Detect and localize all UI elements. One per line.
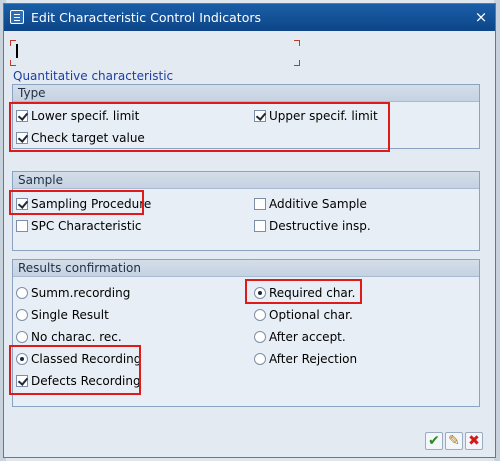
destructive-insp-box[interactable] — [254, 220, 266, 232]
after-accept-radio[interactable]: After accept. — [254, 328, 346, 346]
characteristic-type-label: Quantitative characteristic — [13, 69, 174, 83]
close-icon[interactable]: × — [473, 9, 489, 25]
destructive-insp-label: Destructive insp. — [269, 219, 371, 233]
window-title: Edit Characteristic Control Indicators — [31, 10, 262, 25]
summ-recording-circle[interactable] — [16, 287, 28, 299]
summ-recording-radio[interactable]: Summ.recording — [16, 284, 130, 302]
destructive-insp-checkbox[interactable]: Destructive insp. — [254, 217, 371, 235]
check-entries-icon: ✎ — [448, 433, 460, 449]
after-accept-label: After accept. — [269, 330, 346, 344]
ok-button[interactable]: ✔ — [425, 432, 443, 450]
sample-group-heading: Sample — [13, 172, 479, 189]
sampling-procedure-highlight — [9, 190, 144, 215]
after-accept-circle[interactable] — [254, 331, 266, 343]
spc-characteristic-checkbox[interactable]: SPC Characteristic — [16, 217, 142, 235]
after-rejection-label: After Rejection — [269, 352, 358, 366]
no-charac-rec-circle[interactable] — [16, 331, 28, 343]
single-result-circle[interactable] — [16, 309, 28, 321]
cancel-icon: ✖ — [468, 433, 480, 449]
required-char-highlight — [245, 279, 362, 304]
required-bracket-tr — [294, 40, 300, 46]
additive-sample-checkbox[interactable]: Additive Sample — [254, 195, 367, 213]
after-rejection-radio[interactable]: After Rejection — [254, 350, 357, 368]
summ-recording-label: Summ.recording — [31, 286, 131, 300]
edit-indicators-dialog: Edit Characteristic Control Indicators ×… — [3, 3, 496, 458]
recording-options-highlight — [9, 345, 141, 395]
checkmark-icon: ✔ — [428, 433, 440, 449]
no-charac-rec-label: No charac. rec. — [31, 330, 122, 344]
optional-char-radio[interactable]: Optional char. — [254, 306, 353, 324]
no-charac-rec-radio[interactable]: No charac. rec. — [16, 328, 122, 346]
single-result-radio[interactable]: Single Result — [16, 306, 109, 324]
results-confirmation-heading: Results confirmation — [13, 260, 479, 277]
optional-char-label: Optional char. — [269, 308, 353, 322]
type-group-heading: Type — [13, 85, 479, 102]
required-bracket-br — [294, 60, 300, 66]
check-button[interactable]: ✎ — [445, 432, 463, 450]
dialog-form-icon — [10, 10, 24, 24]
cancel-button[interactable]: ✖ — [465, 432, 483, 450]
spc-characteristic-box[interactable] — [16, 220, 28, 232]
required-bracket-bl — [10, 60, 16, 66]
additive-sample-label: Additive Sample — [269, 197, 367, 211]
optional-char-circle[interactable] — [254, 309, 266, 321]
additive-sample-box[interactable] — [254, 198, 266, 210]
title-bar: Edit Characteristic Control Indicators × — [4, 4, 495, 31]
type-highlight-box — [9, 102, 390, 152]
spc-characteristic-label: SPC Characteristic — [31, 219, 142, 233]
single-result-label: Single Result — [31, 308, 109, 322]
after-rejection-circle[interactable] — [254, 353, 266, 365]
characteristic-input[interactable] — [10, 40, 300, 66]
text-cursor — [16, 44, 18, 58]
